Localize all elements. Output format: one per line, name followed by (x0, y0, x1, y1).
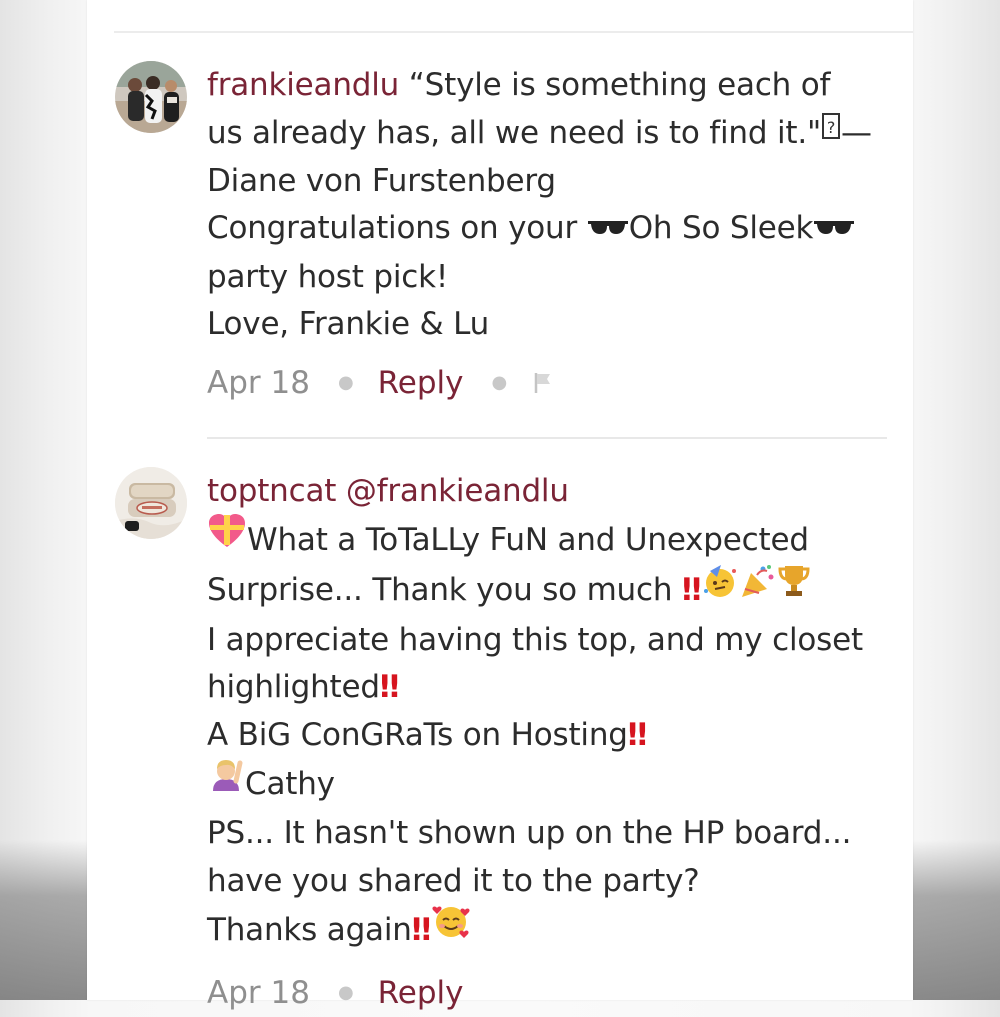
sunglasses-icon (587, 203, 629, 251)
comment-text: Oh So Sleek (628, 210, 814, 247)
comment-text: What a ToTaLLy FuN and Unexpected (247, 521, 809, 558)
double-exclamation-icon: ‼ (681, 571, 702, 608)
sunglasses-icon (813, 203, 855, 251)
trophy-icon (777, 563, 811, 614)
comment-line: toptncat @frankieandlu (207, 468, 897, 516)
double-exclamation-icon: ‼ (379, 669, 400, 706)
comment-date: Apr 18 (207, 364, 310, 401)
separator-dot: ● (337, 372, 354, 394)
separator-dot: ● (337, 982, 354, 1004)
comment-line: frankieandlu “Style is something each of (207, 62, 897, 110)
top-divider (114, 31, 913, 33)
gift-heart-icon (207, 513, 247, 564)
mention-link[interactable]: @frankieandlu (346, 473, 569, 509)
comment-text: “Style is something each of (408, 67, 831, 103)
comment-text: have you shared it to the party? (207, 862, 700, 899)
comment-meta: Apr 18 ● Reply (207, 969, 897, 1017)
comment-line: us already has, all we need is to find i… (207, 110, 897, 158)
person-raising-hand-icon (207, 757, 245, 808)
comment-line: Cathy (207, 757, 897, 811)
comment-frankieandlu: frankieandlu “Style is something each of… (207, 62, 897, 407)
flag-icon[interactable] (533, 371, 553, 395)
smiling-face-with-hearts-icon (431, 902, 471, 955)
missing-glyph-icon: ? (821, 107, 841, 155)
comment-line: party host pick! (207, 254, 897, 302)
comment-text: A BiG ConGRaTs on Hosting (207, 716, 628, 753)
double-exclamation-icon: ‼ (627, 716, 648, 753)
comment-divider (207, 437, 887, 439)
comment-line: A BiG ConGRaTs on Hosting‼ (207, 712, 897, 760)
comments-card: frankieandlu “Style is something each of… (87, 0, 913, 1011)
comment-text: Congratulations on your (207, 210, 587, 247)
avatar-frankieandlu[interactable] (115, 61, 187, 133)
comment-text: Cathy (245, 765, 335, 802)
comment-text: highlighted (207, 669, 380, 706)
comment-line: highlighted‼ (207, 664, 897, 712)
comment-date: Apr 18 (207, 974, 310, 1011)
comment-text: PS... It hasn't shown up on the HP board… (207, 815, 852, 852)
comment-line: Diane von Furstenberg (207, 158, 897, 206)
comment-line: Congratulations on your Oh So Sleek (207, 205, 897, 253)
comment-text: Surprise... Thank you so much (207, 571, 682, 608)
avatar-toptncat[interactable] (115, 467, 187, 539)
comment-text: party host pick! (207, 258, 449, 295)
comment-line: Thanks again‼ (207, 905, 897, 958)
reply-button[interactable]: Reply (378, 975, 464, 1011)
comment-text: — (841, 114, 872, 151)
comment-meta: Apr 18 ● Reply ● (207, 359, 897, 407)
username-link[interactable]: toptncat (207, 473, 336, 509)
comment-text: Love, Frankie & Lu (207, 306, 490, 343)
comment-line: I appreciate having this top, and my clo… (207, 617, 897, 665)
comment-text: us already has, all we need is to find i… (207, 114, 822, 151)
comment-text: I appreciate having this top, and my clo… (207, 621, 863, 658)
comment-text: Diane von Furstenberg (207, 162, 556, 199)
comment-line: Love, Frankie & Lu (207, 301, 897, 349)
username-link[interactable]: frankieandlu (207, 67, 399, 103)
double-exclamation-icon: ‼ (411, 912, 432, 949)
comment-line: have you shared it to the party? (207, 858, 897, 906)
svg-text:?: ? (827, 118, 835, 137)
comment-line: PS... It hasn't shown up on the HP board… (207, 810, 897, 858)
comment-line: Surprise... Thank you so much ‼ (207, 563, 897, 617)
comment-text: Thanks again (207, 912, 412, 949)
comment-line: What a ToTaLLy FuN and Unexpected (207, 513, 897, 567)
partying-face-icon (701, 563, 739, 614)
separator-dot: ● (491, 372, 508, 394)
party-popper-icon (739, 563, 777, 614)
comment-toptncat: toptncat @frankieandlu What a ToTaLLy Fu… (207, 468, 897, 1017)
reply-button[interactable]: Reply (378, 365, 464, 401)
